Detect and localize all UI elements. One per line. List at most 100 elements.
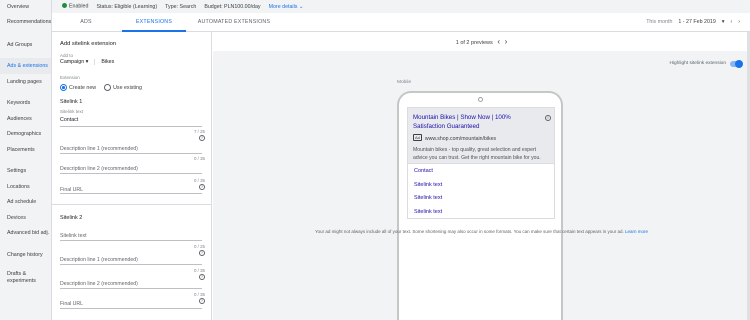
highlight-sitelink-label: Highlight sitelink extension [669, 61, 726, 66]
tab-ads[interactable]: ADS [72, 13, 100, 32]
sitelink-1-desc1-placeholder: Description line 1 (recommended) [60, 146, 138, 152]
preview-disclaimer: Your ad might not always include all of … [213, 229, 750, 234]
chevron-right-icon[interactable]: › [505, 37, 508, 46]
sidebar-item-keywords[interactable]: Keywords [0, 96, 51, 112]
caret-down-icon: ▾ [85, 59, 89, 65]
sitelink-1-final-url-input[interactable]: Final URL [60, 184, 202, 194]
sitelink-1-desc2-placeholder: Description line 2 (recommended) [60, 166, 138, 172]
ad-preview-card: Mountain Bikes | Show Now | 100% Satisfa… [408, 108, 554, 218]
sidebar-item-ad-groups[interactable]: Ad Groups [0, 32, 51, 58]
enabled-dot-icon [62, 3, 67, 9]
sitelink-1-desc1-input[interactable]: Description line 1 (recommended) [60, 143, 202, 154]
sidebar-item-demographics[interactable]: Demographics [0, 127, 51, 143]
sidebar-item-landing-pages[interactable]: Landing pages [0, 74, 51, 90]
radio-off-icon [104, 84, 112, 91]
tab-extensions[interactable]: EXTENSIONS [122, 13, 186, 32]
sitelink-2-desc2-placeholder: Description line 2 (recommended) [60, 281, 138, 287]
ad-preview-panel: 1 of 2 previews ‹ › Highlight sitelink e… [213, 32, 750, 320]
phone-camera-icon [478, 97, 483, 102]
sidebar-item-audiences[interactable]: Audiences [0, 112, 51, 128]
sitelink-2-desc1-input[interactable]: Description line 1 (recommended) [60, 254, 202, 265]
sitelink-2-text-placeholder: Sitelink text [60, 233, 87, 239]
extension-label: Extension [60, 75, 80, 80]
caret-down-icon[interactable]: ▾ [722, 19, 725, 25]
sitelink-preview-1[interactable]: Contact [414, 168, 433, 174]
sitelink-list: Contact Sitelink text Sitelink text Site… [408, 163, 554, 218]
sitelink-2-desc2-counter: 0 / 35 [194, 292, 205, 297]
sidebar-item-change-history[interactable]: Change history [0, 248, 51, 264]
sidebar-item-overview[interactable]: Overview [0, 0, 51, 15]
create-new-label: Create new [69, 84, 97, 91]
tab-automated-extensions[interactable]: AUTOMATED EXTENSIONS [190, 13, 278, 32]
add-to-value: Campaign [60, 59, 85, 65]
campaign-status-bar: Enabled Status: Eligible (Learning) Type… [52, 0, 750, 13]
sitelink-1-text-label: Sitelink text [60, 109, 84, 114]
sidebar-item-advanced-bid[interactable]: Advanced bid adj. [0, 226, 51, 242]
sitelink-preview-3[interactable]: Sitelink text [414, 195, 442, 201]
type-text: Type: Search [165, 3, 197, 10]
sidebar-item-drafts-experiments[interactable]: Drafts & experiments [0, 267, 51, 289]
sitelink-1-heading: Sitelink 1 [60, 99, 83, 105]
sitelink-1-desc1-counter: 0 / 35 [194, 156, 205, 161]
preview-pager: 1 of 2 previews ‹ › [213, 32, 750, 51]
extension-mode-group: Create new Use existing [60, 84, 142, 91]
preview-pager-label: 1 of 2 previews [455, 40, 493, 46]
enabled-label: Enabled [69, 3, 89, 10]
ad-headline[interactable]: Mountain Bikes | Show Now | 100% Satisfa… [413, 114, 543, 131]
sitelink-2-final-url-input[interactable]: Final URL [60, 298, 202, 309]
ad-description: Mountain bikes - top quality, great sele… [413, 147, 541, 161]
add-to-select[interactable]: Campaign ▾ [60, 59, 88, 65]
sitelink-1-desc2-input[interactable]: Description line 2 (recommended) [60, 163, 202, 174]
radio-on-icon [60, 84, 67, 91]
more-details-link[interactable]: More details ⌄ [269, 4, 304, 10]
chevron-left-icon[interactable]: ‹ [497, 37, 500, 46]
sitelink-1-desc2-counter: 0 / 35 [194, 178, 205, 183]
ad-url-row: Ad www.shop.com/mountain/bikes [413, 134, 496, 142]
sitelink-preview-4[interactable]: Sitelink text [414, 209, 442, 215]
sitelink-2-desc1-placeholder: Description line 1 (recommended) [60, 257, 138, 263]
sidebar-item-locations[interactable]: Locations [0, 180, 51, 196]
add-to-label: Add to [60, 53, 74, 58]
info-icon[interactable]: i [545, 115, 551, 121]
chevron-right-icon[interactable]: › [738, 19, 740, 25]
ad-badge: Ad [413, 134, 422, 141]
sitelink-2-text-counter: 0 / 25 [194, 244, 205, 249]
sitelink-1-text-counter: 7 / 25 [194, 129, 205, 134]
tab-bar: ADS EXTENSIONS AUTOMATED EXTENSIONS This… [52, 13, 750, 32]
sitelink-1-final-url-placeholder: Final URL [60, 187, 84, 193]
sidebar-item-ads-extensions[interactable]: Ads & extensions [0, 58, 51, 74]
date-range-label: This month [646, 19, 673, 25]
use-existing-label: Use existing [113, 84, 142, 91]
create-new-radio[interactable]: Create new [60, 84, 96, 91]
form-title: Add sitelink extension [60, 41, 117, 47]
mobile-phone-frame: Mountain Bikes | Show Now | 100% Satisfa… [397, 91, 563, 320]
enabled-status[interactable]: Enabled [62, 3, 88, 10]
device-label: Mobile [397, 80, 412, 85]
status-text: Status: Eligible (Learning) [96, 3, 158, 10]
chevron-down-icon: ⌄ [298, 3, 304, 10]
sitelink-1-text-value: Contact [60, 117, 79, 123]
sitelink-form-panel: Add sitelink extension Add to Campaign ▾… [52, 32, 212, 320]
use-existing-radio[interactable]: Use existing [104, 84, 142, 91]
budget-text: Budget: PLN100.00/day [204, 3, 261, 10]
sitelink-1-text-input[interactable]: Contact [60, 117, 202, 127]
sidebar-item-devices[interactable]: Devices [0, 211, 51, 227]
sidebar-item-settings[interactable]: Settings [0, 164, 51, 180]
sidebar-item-experiments-label: experiments [7, 278, 36, 284]
preview-disclaimer-text: Your ad might not always include all of … [314, 229, 624, 234]
sidebar-item-placements[interactable]: Placements [0, 143, 51, 159]
sitelink-2-desc1-counter: 0 / 35 [194, 268, 205, 273]
ad-display-url: www.shop.com/mountain/bikes [424, 136, 497, 142]
sitelink-preview-2[interactable]: Sitelink text [414, 182, 442, 188]
campaign-picker[interactable]: Bikes [94, 59, 114, 65]
sitelink-2-desc2-input[interactable]: Description line 2 (recommended) [60, 278, 202, 289]
help-icon[interactable]: ? [199, 135, 205, 141]
sidebar-item-recommendations[interactable]: Recommendations [0, 15, 51, 29]
sitelink-2-text-input[interactable]: Sitelink text [60, 230, 202, 241]
highlight-sitelink-toggle[interactable] [730, 60, 743, 68]
sidebar-item-drafts-label: Drafts & [7, 271, 27, 277]
learn-more-link[interactable]: Learn more [625, 229, 648, 234]
date-range-picker[interactable]: This month 1 - 27 Feb 2019 ▾ ‹ › [646, 19, 740, 25]
chevron-left-icon[interactable]: ‹ [730, 19, 732, 25]
sidebar-item-ad-schedule[interactable]: Ad schedule [0, 195, 51, 211]
